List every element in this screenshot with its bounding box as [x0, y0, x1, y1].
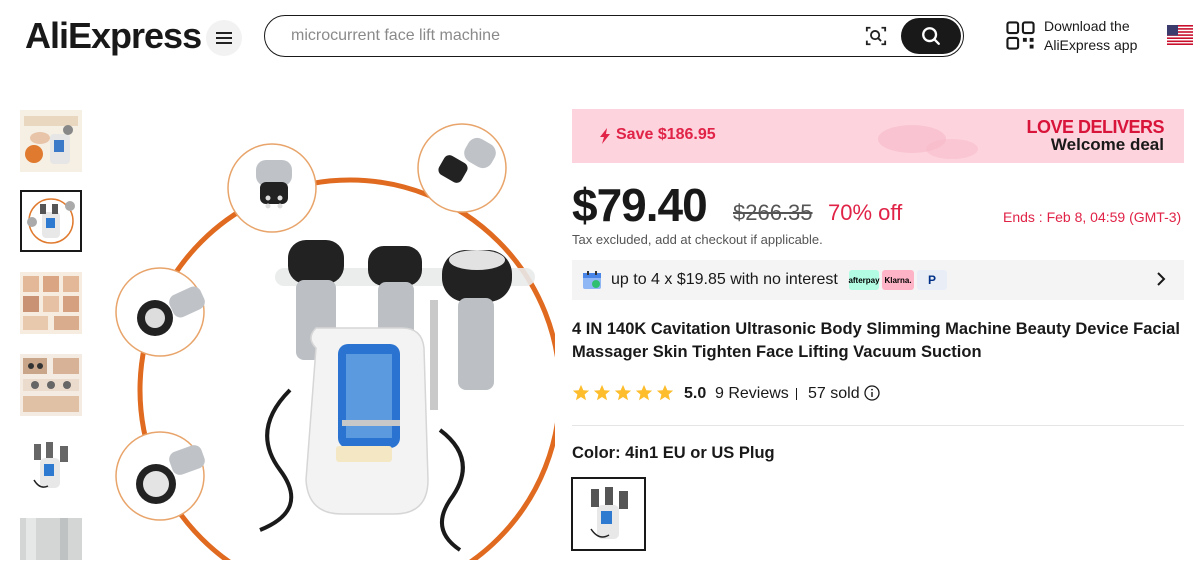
paypal-badge: P [917, 270, 947, 290]
deal-end-time: Ends : Feb 8, 04:59 (GMT-3) [1003, 209, 1182, 225]
qr-code-icon[interactable] [1006, 21, 1035, 50]
search-input[interactable] [291, 25, 851, 47]
color-option-selected[interactable] [571, 477, 646, 551]
star-icon [593, 384, 611, 401]
bolt-icon [600, 128, 610, 144]
star-icon [572, 384, 590, 401]
search-bar [264, 15, 964, 57]
us-flag-icon[interactable] [1167, 25, 1193, 45]
promo-banner[interactable]: Save $186.95 LOVE DELIVERS Welcome deal [572, 109, 1184, 163]
thumbnail-4[interactable] [20, 354, 82, 416]
info-icon[interactable] [864, 385, 880, 401]
menu-button[interactable] [206, 20, 242, 56]
star-icon [656, 384, 674, 401]
aliexpress-logo[interactable]: AliExpress [25, 15, 202, 57]
klarna-badge: Klarna. [882, 270, 914, 290]
tax-note: Tax excluded, add at checkout if applica… [572, 232, 823, 247]
divider [796, 388, 797, 400]
calendar-icon [583, 271, 601, 289]
current-price: $79.40 [572, 179, 708, 231]
decoration-icon [878, 125, 978, 159]
thumbnail-3[interactable] [20, 272, 82, 334]
search-button[interactable] [901, 18, 961, 54]
thumbnail-1[interactable] [20, 110, 82, 172]
afterpay-badge: afterpay [848, 270, 880, 290]
welcome-deal-label: LOVE DELIVERS Welcome deal [1026, 117, 1164, 154]
original-price: $266.35 [733, 200, 813, 225]
header: AliExpress Download the AliExpress app [0, 0, 1200, 78]
installment-text: up to 4 x $19.85 with no interest [611, 271, 838, 288]
color-label: Color: 4in1 EU or US Plug [572, 444, 775, 462]
reviews-link[interactable]: 9 Reviews [715, 385, 789, 403]
installment-bar[interactable]: up to 4 x $19.85 with no interest afterp… [572, 260, 1184, 300]
product-title: 4 IN 140K Cavitation Ultrasonic Body Sli… [572, 320, 1180, 361]
save-amount: Save $186.95 [616, 126, 716, 143]
thumbnail-6[interactable] [20, 518, 82, 560]
menu-icon [216, 32, 232, 44]
search-icon [922, 27, 940, 45]
chevron-right-icon[interactable] [1156, 271, 1166, 287]
thumbnail-2-selected[interactable] [20, 190, 82, 252]
scan-icon[interactable] [865, 25, 887, 47]
discount-label: 70% off [828, 200, 903, 225]
main-product-image[interactable] [110, 100, 555, 560]
rating-score: 5.0 [684, 385, 707, 402]
download-app-link[interactable]: Download the AliExpress app [1044, 17, 1154, 55]
star-icon [614, 384, 632, 401]
thumbnail-5[interactable] [20, 436, 82, 498]
section-divider [572, 425, 1184, 426]
star-icon [635, 384, 653, 401]
sold-count: 57 sold [808, 385, 860, 402]
